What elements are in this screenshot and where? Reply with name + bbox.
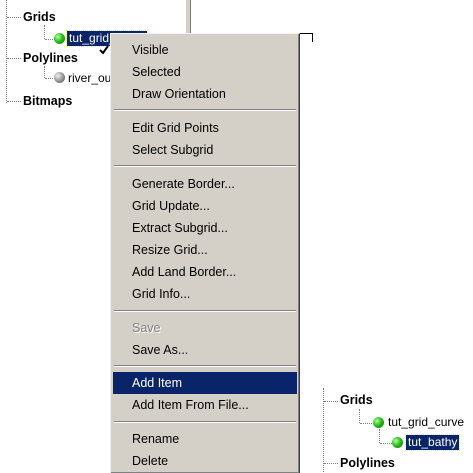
tree-line <box>44 25 45 39</box>
menu-item-label: Resize Grid... <box>132 243 208 257</box>
menu-item-label: Add Item From File... <box>132 398 249 412</box>
tree-line <box>324 401 338 402</box>
tree-line <box>7 101 21 102</box>
menu-separator <box>114 365 296 367</box>
menu-item-grid-update[interactable]: Grid Update... <box>113 195 297 217</box>
tree-item-grid[interactable]: tut_grid_curve <box>388 415 464 429</box>
menu-item-label: Add Land Border... <box>132 265 237 279</box>
bathy-visible-icon[interactable] <box>392 437 403 448</box>
menu-item-rename[interactable]: Rename <box>113 428 297 450</box>
menu-item-label: Rename <box>132 432 180 446</box>
menu-item-save-as[interactable]: Save As... <box>113 339 297 361</box>
menu-item-label: Extract Subgrid... <box>132 221 228 235</box>
menu-item-label: Grid Info... <box>132 287 191 301</box>
context-menu: Visible Selected Draw Orientation Edit G… <box>99 33 300 473</box>
menu-item-label: Generate Border... <box>132 177 235 191</box>
tree-line <box>6 0 7 103</box>
tree-line <box>380 443 392 444</box>
tree-item-polyline[interactable]: river_ou <box>68 71 111 85</box>
tree-node-bitmaps[interactable]: Bitmaps <box>23 94 72 108</box>
menu-item-label: Delete <box>132 454 169 468</box>
checkmark-icon <box>99 39 109 68</box>
menu-item-label: Add Item <box>132 376 183 390</box>
tree-line <box>44 66 45 78</box>
menu-item-resize-grid[interactable]: Resize Grid... <box>113 239 297 261</box>
tree-line <box>359 409 360 423</box>
menu-item-save: Save <box>113 317 297 339</box>
menu-separator <box>114 165 296 167</box>
menu-item-label: Select Subgrid <box>132 143 214 157</box>
tree-view-bottom: Grids tut_grid_curve tut_bathy Polylines <box>318 388 473 472</box>
tree-line <box>379 429 380 443</box>
pane-splitter[interactable] <box>185 0 191 33</box>
menu-item-add-land-border[interactable]: Add Land Border... <box>113 261 297 283</box>
tree-node-polylines[interactable]: Polylines <box>340 456 395 470</box>
menu-item-generate-border[interactable]: Generate Border... <box>113 173 297 195</box>
menu-item-visible[interactable]: Visible <box>99 39 297 61</box>
tree-node-grids[interactable]: Grids <box>23 10 56 24</box>
tree-line <box>7 17 21 18</box>
grid-visible-icon[interactable] <box>373 417 384 428</box>
tree-line <box>324 463 338 464</box>
menu-item-draw-orientation[interactable]: Draw Orientation <box>113 83 297 105</box>
menu-item-edit-grid-points[interactable]: Edit Grid Points <box>113 117 297 139</box>
menu-item-selected[interactable]: Selected <box>113 61 297 83</box>
menu-item-label: Grid Update... <box>132 199 210 213</box>
tree-line <box>360 423 372 424</box>
tree-node-grids[interactable]: Grids <box>340 393 373 407</box>
menu-item-label: Edit Grid Points <box>132 121 219 135</box>
tree-item-bathy[interactable]: tut_bathy <box>404 434 461 451</box>
menu-separator <box>114 310 296 312</box>
menu-item-select-subgrid[interactable]: Select Subgrid <box>113 139 297 161</box>
menu-separator <box>114 109 296 111</box>
tree-line <box>7 58 21 59</box>
polyline-visible-icon[interactable] <box>54 72 65 83</box>
canvas-border <box>312 33 313 42</box>
canvas-border <box>298 33 312 34</box>
tree-node-polylines[interactable]: Polylines <box>23 51 78 65</box>
menu-item-label: Save As... <box>132 343 189 357</box>
menu-item-label: Save <box>132 321 161 335</box>
menu-item-label: Visible <box>132 43 169 57</box>
menu-item-label: Draw Orientation <box>132 87 226 101</box>
menu-item-label: Selected <box>132 65 181 79</box>
grid-visible-icon[interactable] <box>54 33 65 44</box>
menu-item-add-item-from-file[interactable]: Add Item From File... <box>113 394 297 416</box>
menu-item-add-item[interactable]: Add Item <box>113 372 297 394</box>
menu-item-delete[interactable]: Delete <box>113 450 297 472</box>
menu-separator <box>114 421 296 423</box>
menu-item-grid-info[interactable]: Grid Info... <box>113 283 297 305</box>
menu-item-extract-subgrid[interactable]: Extract Subgrid... <box>113 217 297 239</box>
